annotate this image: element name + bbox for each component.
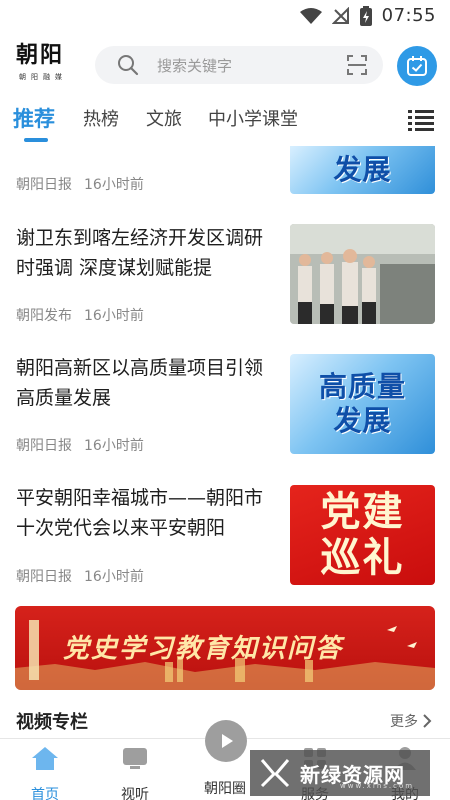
- nav-home[interactable]: 首页: [0, 745, 90, 800]
- news-source: 朝阳日报: [16, 177, 72, 193]
- chevron-right-icon: [423, 714, 432, 728]
- scan-icon[interactable]: [347, 55, 367, 75]
- news-source: 朝阳日报: [16, 569, 72, 585]
- status-time: 07:55: [381, 5, 436, 26]
- news-meta: 朝阳日报 16小时前: [16, 566, 144, 586]
- news-meta: 朝阳日报 16小时前: [16, 435, 144, 455]
- tab-recommend[interactable]: 推荐: [13, 103, 55, 133]
- meeting-photo: [290, 224, 435, 324]
- status-bar: 07:55: [0, 0, 450, 32]
- nav-media[interactable]: 视听: [90, 745, 180, 800]
- news-source: 朝阳日报: [16, 438, 72, 454]
- news-title[interactable]: 平安朝阳幸福城市——朝阳市十次党代会以来平安朝阳: [16, 483, 276, 543]
- news-thumbnail[interactable]: 发展: [290, 146, 435, 194]
- video-section-title: 视频专栏: [16, 712, 88, 733]
- banner-text: 党史学习教育知识问答: [63, 634, 344, 664]
- active-tab-indicator: [24, 138, 48, 142]
- search-input[interactable]: 搜索关键字: [95, 46, 383, 84]
- thumbnail-text: 巡礼: [320, 534, 405, 581]
- play-icon: [222, 734, 233, 748]
- news-meta: 朝阳日报 16小时前: [16, 174, 144, 194]
- nav-label: 视听: [121, 787, 149, 800]
- watermark: 新绿资源网 www.xlhs.com: [250, 750, 430, 796]
- wifi-icon: [299, 7, 322, 24]
- no-signal-icon: [331, 6, 349, 24]
- tab-hot-list[interactable]: 热榜: [83, 105, 119, 131]
- news-time: 16小时前: [84, 308, 144, 324]
- news-thumbnail[interactable]: 党建 巡礼: [290, 485, 435, 585]
- news-time: 16小时前: [84, 438, 144, 454]
- thumbnail-text: 高质量: [318, 370, 406, 403]
- nav-label: 首页: [31, 787, 59, 800]
- news-source: 朝阳发布: [16, 308, 72, 324]
- more-label: 更多: [390, 714, 418, 730]
- center-play-button[interactable]: [205, 720, 247, 762]
- thumbnail-text: 发展: [333, 404, 392, 437]
- app-logo[interactable]: 朝阳 朝阳融媒: [16, 42, 80, 88]
- tab-culture-travel[interactable]: 文旅: [146, 105, 182, 131]
- more-link[interactable]: 更多: [390, 711, 432, 731]
- news-title[interactable]: 朝阳高新区以高质量项目引领高质量发展: [16, 353, 276, 413]
- battery-icon: [359, 5, 372, 26]
- thumbnail-text: 发展: [333, 153, 392, 186]
- logo-title: 朝阳: [16, 42, 65, 68]
- tab-school-class[interactable]: 中小学课堂: [208, 105, 298, 131]
- news-title[interactable]: 谢卫东到喀左经济开发区调研时强调 深度谋划赋能提: [16, 223, 276, 283]
- tv-icon: [123, 748, 147, 769]
- promo-banner[interactable]: 党史学习教育知识问答: [15, 606, 435, 690]
- watermark-logo-icon: [260, 759, 290, 788]
- calendar-check-icon: [407, 56, 427, 76]
- app-header: 朝阳 朝阳融媒 搜索关键字: [0, 38, 450, 94]
- watermark-domain: www.xlhs.com: [340, 782, 415, 790]
- news-time: 16小时前: [84, 569, 144, 585]
- news-photo-thumbnail[interactable]: [290, 224, 435, 324]
- search-placeholder: 搜索关键字: [157, 57, 233, 75]
- thumbnail-text: 党建: [320, 488, 405, 535]
- home-icon: [32, 747, 58, 770]
- calendar-button[interactable]: [397, 46, 437, 86]
- channel-menu-icon[interactable]: [408, 109, 434, 131]
- news-time: 16小时前: [84, 177, 144, 193]
- category-tabs: 推荐 热榜 文旅 中小学课堂: [0, 100, 450, 146]
- logo-subtitle: 朝阳融媒: [19, 73, 67, 81]
- news-thumbnail[interactable]: 高质量 发展: [290, 354, 435, 454]
- search-icon: [118, 55, 139, 76]
- news-meta: 朝阳发布 16小时前: [16, 305, 144, 325]
